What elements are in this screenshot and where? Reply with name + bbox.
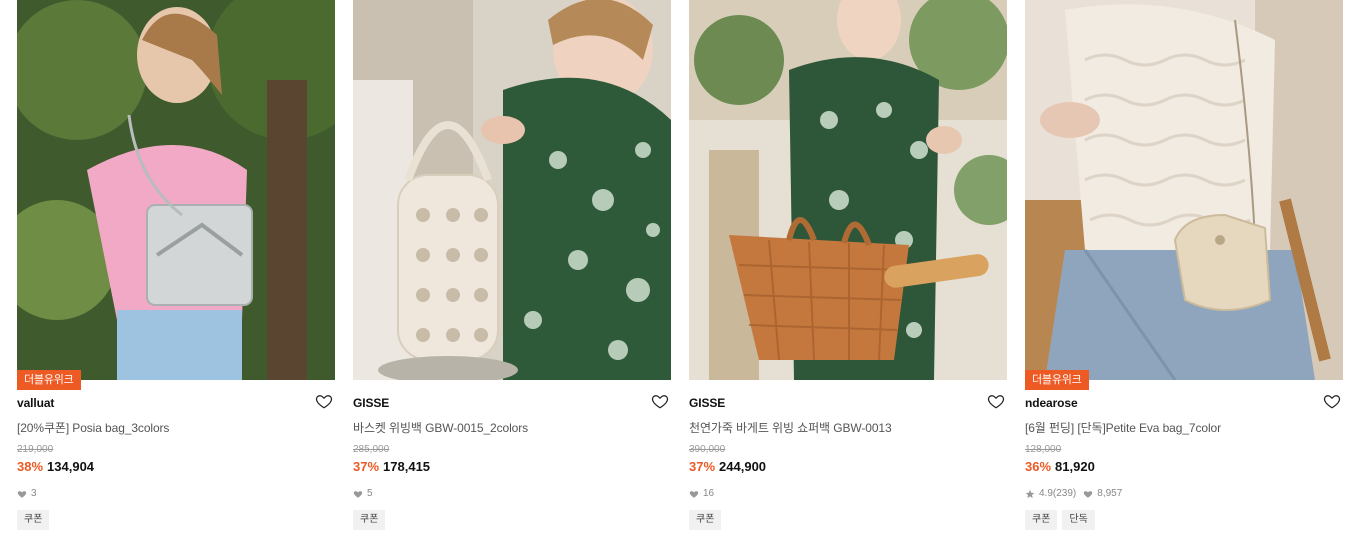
brand-name[interactable]: valluat — [17, 396, 54, 410]
brand-name[interactable]: GISSE — [353, 396, 389, 410]
discount-rate: 37% — [689, 459, 716, 474]
product-image[interactable] — [353, 0, 671, 380]
rating: 4.9 (239) — [1025, 488, 1076, 499]
like-count: 5 — [353, 488, 373, 499]
original-price: 128,000 — [1025, 444, 1062, 455]
like-count: 8,957 — [1083, 488, 1122, 499]
original-price: 285,000 — [353, 444, 390, 455]
product-photo-4 — [1025, 0, 1343, 380]
tag-list: 쿠폰 — [689, 510, 726, 530]
product-name[interactable]: [20%쿠폰] Posia bag_3colors — [17, 419, 169, 436]
like-count: 16 — [689, 488, 714, 499]
heart-filled-icon — [353, 490, 363, 498]
product-stats: 5 — [353, 488, 380, 499]
sale-price: 81,920 — [1055, 459, 1095, 474]
wishlist-heart-icon[interactable] — [987, 392, 1005, 410]
brand-name[interactable]: ndearose — [1025, 396, 1078, 410]
sale-price: 134,904 — [47, 459, 95, 474]
product-card[interactable]: 더블유위크 valluat [20%쿠폰] Posia bag_3colors … — [17, 0, 335, 547]
tag-list: 쿠폰 — [17, 510, 54, 530]
review-count: (239) — [1052, 488, 1077, 499]
discount-rate: 37% — [353, 459, 380, 474]
discount-rate: 38% — [17, 459, 44, 474]
heart-filled-icon — [689, 490, 699, 498]
product-image[interactable] — [689, 0, 1007, 380]
star-icon — [1025, 489, 1035, 498]
product-card[interactable]: 더블유위크 ndearose [6월 펀딩] [단독]Petite Eva ba… — [1025, 0, 1343, 547]
product-photo-1 — [17, 0, 335, 380]
event-badge: 더블유위크 — [1025, 370, 1089, 390]
tag-list: 쿠폰 — [353, 510, 390, 530]
tag-coupon: 쿠폰 — [17, 510, 50, 530]
product-card[interactable]: GISSE 천연가죽 바게트 위빙 쇼퍼백 GBW-0013 390,000 3… — [689, 0, 1007, 547]
product-image[interactable] — [17, 0, 335, 380]
price-row: 36% 81,920 — [1025, 459, 1095, 474]
product-photo-3 — [689, 0, 1007, 380]
product-card[interactable]: GISSE 바스켓 위빙백 GBW-0015_2colors 285,000 3… — [353, 0, 671, 547]
heart-filled-icon — [17, 490, 27, 498]
product-name[interactable]: 천연가죽 바게트 위빙 쇼퍼백 GBW-0013 — [689, 419, 892, 436]
sale-price: 178,415 — [383, 459, 431, 474]
wishlist-heart-icon[interactable] — [315, 392, 333, 410]
product-stats: 3 — [17, 488, 44, 499]
original-price: 390,000 — [689, 444, 726, 455]
original-price: 219,000 — [17, 444, 54, 455]
product-grid: 더블유위크 valluat [20%쿠폰] Posia bag_3colors … — [17, 0, 1343, 547]
tag-exclusive: 단독 — [1062, 510, 1095, 530]
product-stats: 16 — [689, 488, 721, 499]
sale-price: 244,900 — [719, 459, 767, 474]
tag-coupon: 쿠폰 — [1025, 510, 1058, 530]
tag-list: 쿠폰 단독 — [1025, 510, 1100, 530]
product-photo-2 — [353, 0, 671, 380]
tag-coupon: 쿠폰 — [689, 510, 722, 530]
event-badge: 더블유위크 — [17, 370, 81, 390]
brand-name[interactable]: GISSE — [689, 396, 725, 410]
wishlist-heart-icon[interactable] — [1323, 392, 1341, 410]
product-image[interactable] — [1025, 0, 1343, 380]
price-row: 38% 134,904 — [17, 459, 94, 474]
price-row: 37% 244,900 — [689, 459, 766, 474]
product-name[interactable]: [6월 펀딩] [단독]Petite Eva bag_7color — [1025, 419, 1221, 436]
product-name[interactable]: 바스켓 위빙백 GBW-0015_2colors — [353, 419, 528, 436]
product-stats: 4.9 (239) 8,957 — [1025, 488, 1129, 499]
like-count: 3 — [17, 488, 37, 499]
discount-rate: 36% — [1025, 459, 1052, 474]
tag-coupon: 쿠폰 — [353, 510, 386, 530]
wishlist-heart-icon[interactable] — [651, 392, 669, 410]
price-row: 37% 178,415 — [353, 459, 430, 474]
heart-filled-icon — [1084, 490, 1093, 498]
